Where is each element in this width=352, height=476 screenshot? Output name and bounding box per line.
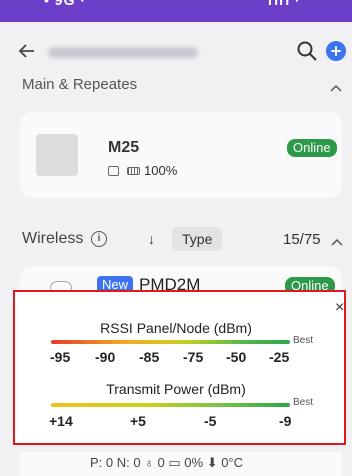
wireless-section-header: Wireless i ↓ Type 15/75 <box>0 226 352 254</box>
transmit-best-label: Best <box>293 397 314 408</box>
transmit-legend-title: Transmit Power (dBm) <box>106 381 246 397</box>
transmit-tick: -9 <box>279 413 292 429</box>
rssi-tick: -90 <box>95 349 116 365</box>
device-stats-row: P: 0 N: 0 ♁ 0 ▭ 0% ⬇ 0°C <box>90 455 244 470</box>
close-icon[interactable]: × <box>335 300 344 316</box>
search-icon[interactable] <box>296 40 318 62</box>
device-name: M25 <box>108 139 140 156</box>
transmit-gradient-bar <box>51 403 290 407</box>
type-filter-button[interactable]: Type <box>172 227 223 251</box>
rssi-tick: -85 <box>139 349 160 365</box>
section-title-main: Main & Repeates <box>22 76 138 93</box>
status-icons: ПП · <box>268 0 301 8</box>
status-time: • 9G · <box>44 0 87 8</box>
rssi-best-label: Best <box>293 335 314 346</box>
blurred-title <box>48 47 198 58</box>
transmit-tick: -5 <box>204 413 217 429</box>
rssi-tick: -75 <box>183 349 204 365</box>
arrow-left-icon[interactable] <box>18 42 36 60</box>
transmit-tick: +5 <box>130 413 146 429</box>
status-bar: • 9G · ПП · <box>0 0 352 22</box>
device-meta: 100% <box>108 163 177 178</box>
rssi-tick: -25 <box>269 349 290 365</box>
device-count: 15/75 <box>283 231 321 248</box>
device-thumbnail <box>36 134 78 176</box>
sort-down-icon[interactable]: ↓ <box>148 231 155 247</box>
battery-icon <box>127 166 140 175</box>
rssi-tick: -50 <box>226 349 247 365</box>
battery-level: 100% <box>144 163 178 178</box>
status-badge: Online <box>287 139 337 157</box>
rssi-legend-title: RSSI Panel/Node (dBm) <box>100 320 252 336</box>
transmit-tick: +14 <box>49 413 73 429</box>
image-icon <box>108 165 119 176</box>
rssi-tick: -95 <box>50 349 71 365</box>
rssi-gradient-bar <box>51 340 290 344</box>
plus-circle-icon[interactable] <box>326 41 346 61</box>
section-title-wireless: Wireless <box>22 230 84 247</box>
info-icon[interactable]: i <box>91 231 107 247</box>
chevron-up-icon[interactable] <box>330 84 342 92</box>
chevron-up-icon[interactable] <box>331 238 343 246</box>
